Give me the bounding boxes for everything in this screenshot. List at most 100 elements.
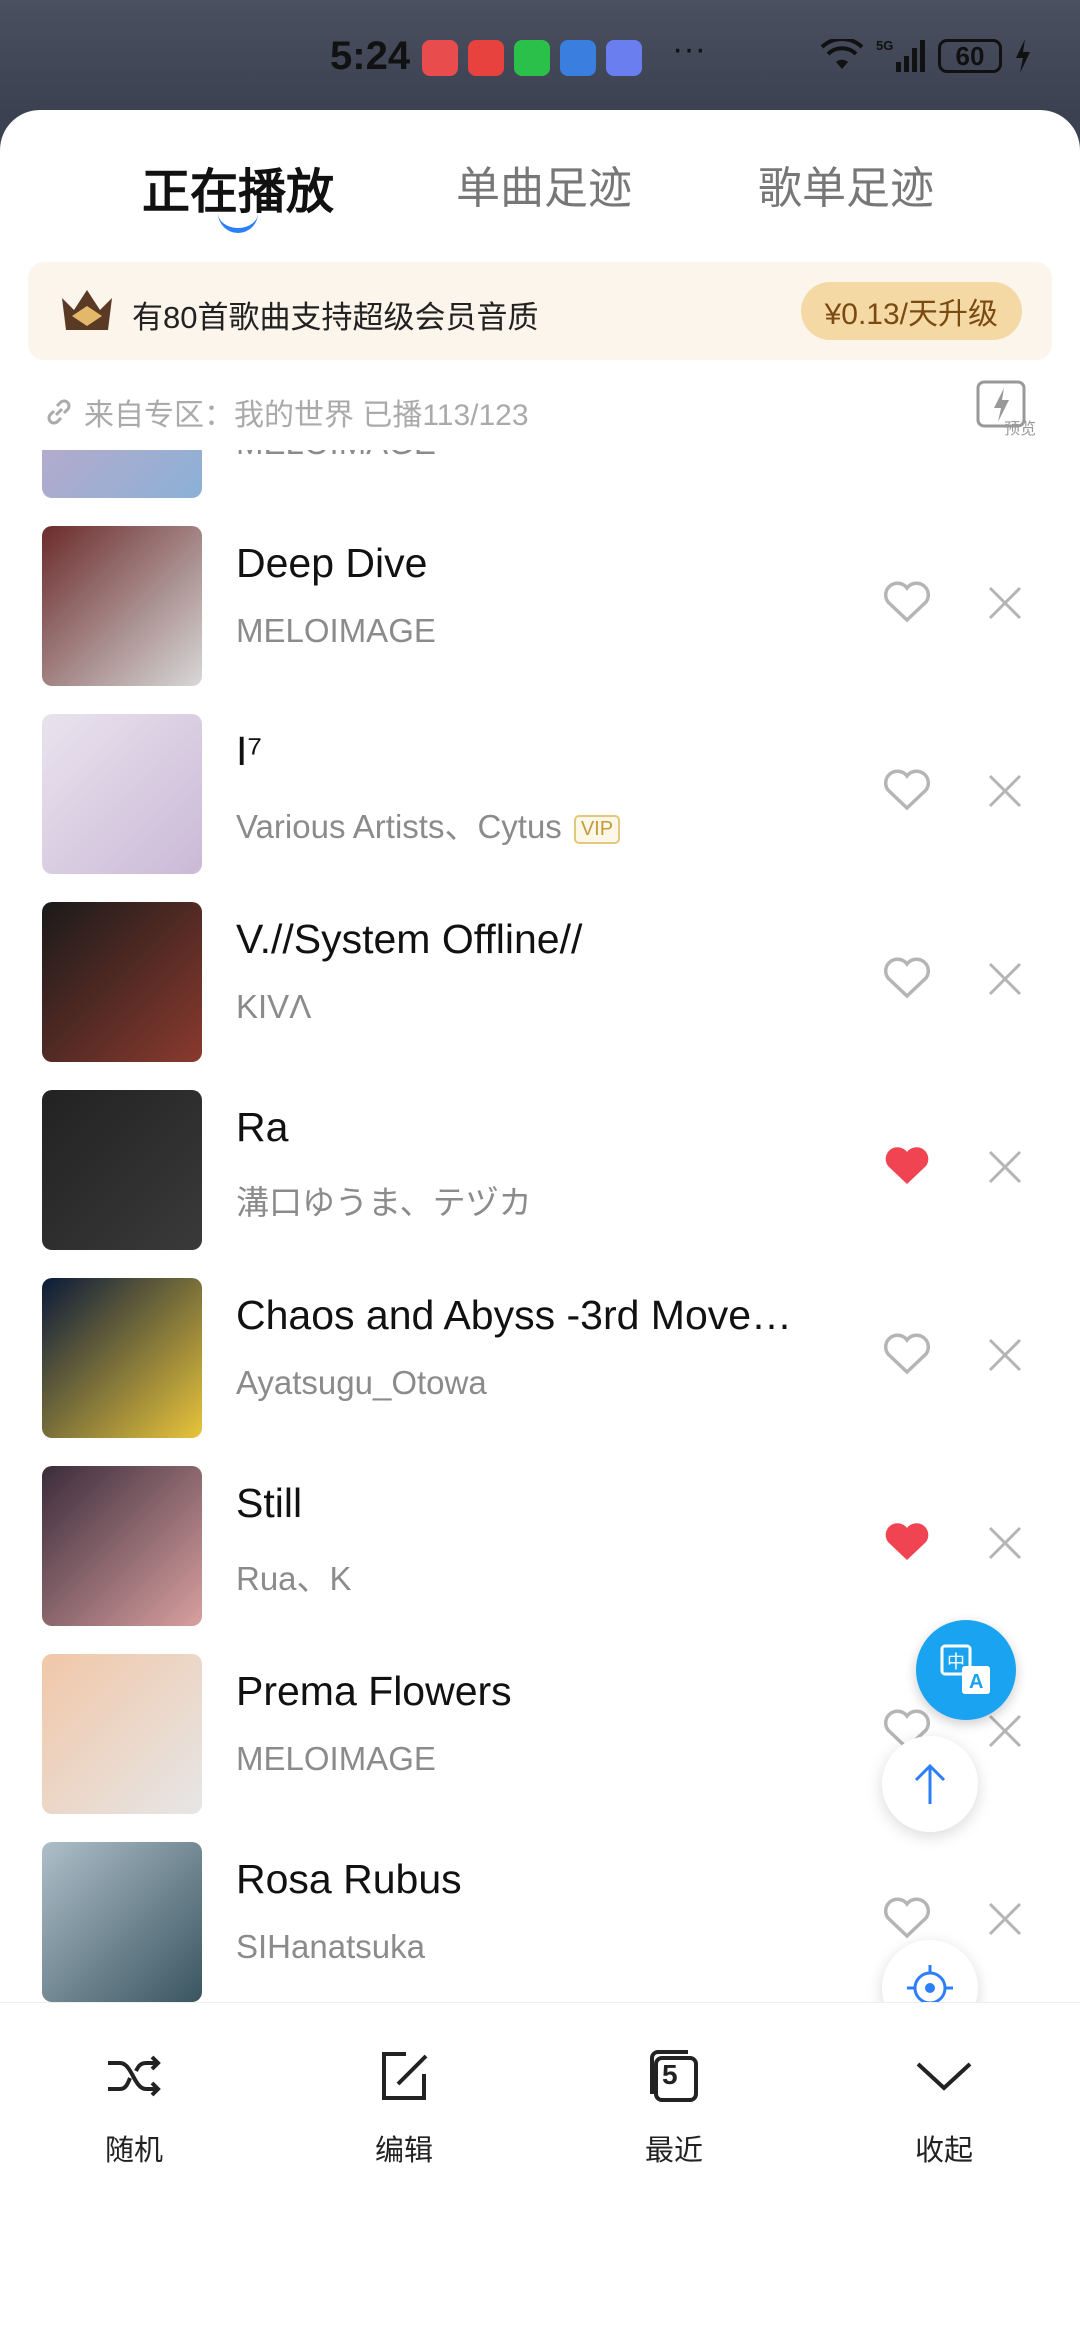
banner-text: 有80首歌曲支持超级会员音质 (132, 300, 539, 335)
more-notifications-icon: ··· (672, 30, 706, 68)
appgallery-icon (468, 40, 504, 76)
playlist-sheet: 正在播放 单曲足迹 歌单足迹 有80首歌曲支持超级会员音质 ¥0.13/天升级 … (0, 110, 1080, 2338)
heart-filled-icon[interactable] (882, 1144, 932, 1188)
album-cover (42, 1466, 202, 1626)
preview-label: 预览 (1004, 419, 1036, 436)
song-row[interactable]: V.//System Offline// KIVΛ (0, 888, 1080, 1076)
song-row[interactable]: I⁷ Various Artists、Cytus VIP (0, 700, 1080, 888)
link-icon (47, 399, 71, 425)
song-row[interactable]: Deep Dive MELOIMAGE (0, 512, 1080, 700)
song-row[interactable]: Still Rua、K (0, 1452, 1080, 1640)
album-cover (42, 1842, 202, 2002)
remove-icon[interactable] (986, 1712, 1024, 1750)
collapse-button[interactable]: 收起 (874, 2043, 1014, 2169)
artist-text: SIHanatsuka (236, 1928, 425, 1965)
source-info: 来自专区：我的世界 已播113/123 (44, 390, 529, 434)
translate-icon: 中 A (940, 1644, 990, 1694)
status-bar: 5:24 ··· 5G 60 (0, 0, 1080, 112)
album-cover (42, 1278, 202, 1438)
song-artist: MELOIMAGE (236, 612, 436, 650)
artist-text: Various Artists、Cytus (236, 808, 562, 845)
song-title: Rosa Rubus (236, 1856, 462, 1902)
shuffle-button[interactable]: 随机 (64, 2043, 204, 2169)
song-artist: Ayatsugu_Otowa (236, 1364, 487, 1402)
song-title: Chaos and Abyss -3rd Move… (236, 1292, 793, 1338)
heart-filled-icon[interactable] (882, 1520, 932, 1564)
remove-icon[interactable] (986, 1336, 1024, 1374)
remove-icon[interactable] (986, 584, 1024, 622)
vip-badge: VIP (573, 814, 621, 844)
recent-label: 最近 (644, 2135, 703, 2167)
edit-button[interactable]: 编辑 (334, 2043, 474, 2169)
artist-text: MELOIMAGE (236, 450, 436, 461)
song-row[interactable]: MELOIMAGE (0, 450, 1080, 512)
song-row[interactable]: Ra 溝口ゆうま、テヅカ (0, 1076, 1080, 1264)
vip-banner[interactable]: 有80首歌曲支持超级会员音质 ¥0.13/天升级 (28, 262, 1052, 360)
artist-text: KIVΛ (236, 988, 312, 1025)
album-cover (42, 526, 202, 686)
active-tab-indicator (218, 212, 258, 233)
collapse-label: 收起 (914, 2135, 973, 2167)
song-artist: SIHanatsuka (236, 1928, 425, 1966)
heart-outline-icon[interactable] (882, 1332, 932, 1376)
remove-icon[interactable] (986, 1148, 1024, 1186)
tab-song-history[interactable]: 单曲足迹 (456, 152, 632, 216)
song-artist: Various Artists、Cytus VIP (236, 800, 621, 848)
album-cover (42, 450, 202, 498)
album-cover (42, 902, 202, 1062)
wifi-icon (820, 39, 864, 69)
notification-icons (422, 40, 642, 76)
scroll-top-button[interactable] (882, 1736, 978, 1832)
heart-outline-icon[interactable] (882, 580, 932, 624)
crown-icon (62, 290, 112, 330)
album-cover (42, 1090, 202, 1250)
song-artist: KIVΛ (236, 988, 311, 1026)
edit-label: 编辑 (374, 2135, 433, 2167)
charging-icon (1016, 39, 1030, 73)
artist-text: MELOIMAGE (236, 612, 436, 649)
artist-text: 溝口ゆうま、テヅカ (236, 1184, 532, 1221)
collapse-icon (916, 2062, 972, 2091)
song-title: V.//System Offline// (236, 916, 583, 962)
heart-outline-icon[interactable] (882, 1896, 932, 1940)
tab-bar: 正在播放 单曲足迹 歌单足迹 (0, 110, 1080, 260)
signal-icon: 5G (876, 38, 925, 72)
wechat-icon (514, 40, 550, 76)
arrow-up-icon (914, 1763, 946, 1804)
song-artist: MELOIMAGE (236, 1740, 436, 1778)
shuffle-icon (108, 2055, 161, 2097)
album-cover (42, 1654, 202, 1814)
battery-indicator: 60 (938, 39, 1002, 73)
song-title: Prema Flowers (236, 1668, 512, 1714)
status-time: 5:24 (330, 34, 411, 78)
recent-button[interactable]: 5 最近 (604, 2043, 744, 2169)
shuffle-label: 随机 (104, 2135, 163, 2167)
preview-icon[interactable]: 预览 (976, 380, 1036, 436)
source-text: 来自专区：我的世界 已播113/123 (84, 399, 529, 432)
song-title: Still (236, 1480, 303, 1526)
books-app-icon (422, 40, 458, 76)
album-cover (42, 714, 202, 874)
remove-icon[interactable] (986, 772, 1024, 810)
remove-icon[interactable] (986, 1900, 1024, 1938)
song-artist: 溝口ゆうま、テヅカ (236, 1176, 532, 1224)
song-artist: Rua、K (236, 1552, 352, 1600)
song-title: Ra (236, 1104, 289, 1150)
song-artist: MELOIMAGE (236, 450, 436, 462)
bottom-action-bar: 随机 编辑 5 最近 收起 (0, 2002, 1080, 2217)
recent-count-badge: 5 (662, 2059, 678, 2090)
heart-outline-icon[interactable] (882, 768, 932, 812)
remove-icon[interactable] (986, 1524, 1024, 1562)
music-app-icon (606, 40, 642, 76)
upgrade-button[interactable]: ¥0.13/天升级 (800, 282, 1022, 340)
tab-playlist-history[interactable]: 歌单足迹 (758, 152, 934, 216)
remove-icon[interactable] (986, 960, 1024, 998)
heart-outline-icon[interactable] (882, 956, 932, 1000)
song-title: I⁷ (236, 728, 263, 774)
song-row[interactable]: Chaos and Abyss -3rd Move… Ayatsugu_Otowa (0, 1264, 1080, 1452)
edit-icon (382, 2052, 428, 2100)
artist-text: MELOIMAGE (236, 1740, 436, 1777)
artist-text: Ayatsugu_Otowa (236, 1364, 487, 1401)
translate-button[interactable]: 中 A (916, 1620, 1016, 1720)
svg-text:A: A (969, 1671, 983, 1693)
